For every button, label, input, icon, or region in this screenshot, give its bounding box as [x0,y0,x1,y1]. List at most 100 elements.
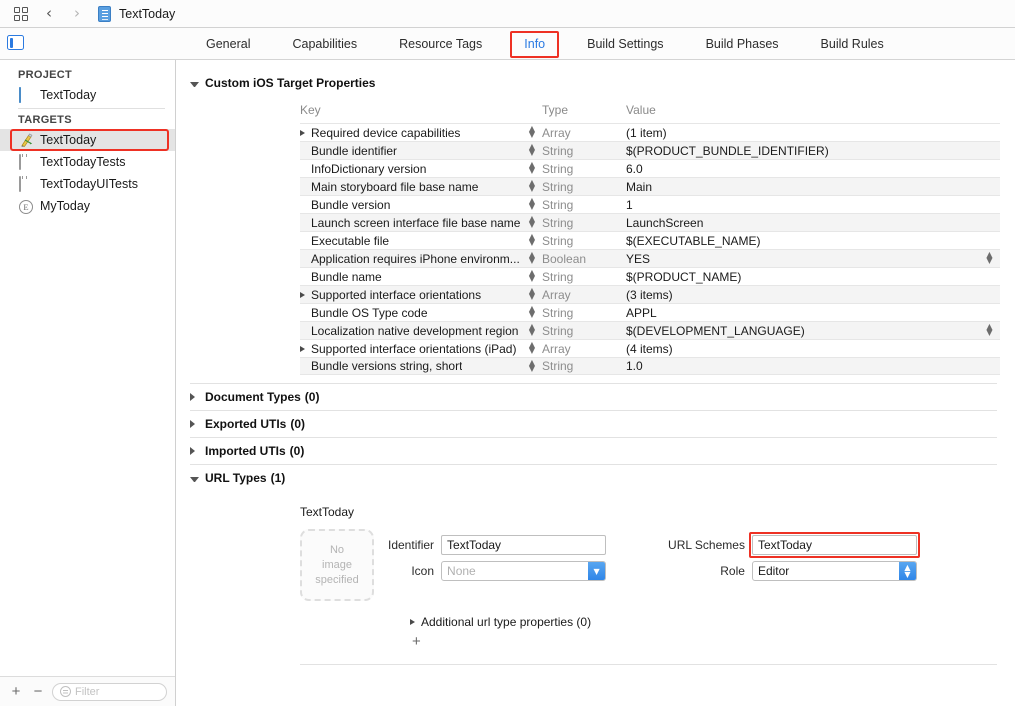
table-row[interactable]: Localization native development region ▲… [300,321,1000,339]
tab-capabilities[interactable]: Capabilities [282,34,367,54]
chevron-down-icon[interactable]: ▼ [588,562,606,580]
table-row[interactable]: Supported interface orientations ▲ ▼ Arra… [300,285,1000,303]
table-row[interactable]: Supported interface orientations (iPad) … [300,339,1000,357]
property-key[interactable]: Bundle identifier [300,144,522,158]
table-row[interactable]: Main storyboard file base name ▲ ▼ String… [300,177,1000,195]
tab-general[interactable]: General [196,34,260,54]
row-disclosure-icon[interactable] [410,619,417,625]
property-key[interactable]: Bundle OS Type code [300,306,522,320]
section-imported-utis[interactable]: Imported UTIs (0) [190,438,997,464]
property-value[interactable]: (1 item) [626,126,1000,140]
icon-combobox[interactable]: None ▼ [441,561,607,581]
type-stepper[interactable]: ▲ ▼ [522,143,542,157]
property-key[interactable]: Main storyboard file base name [300,180,522,194]
disclosure-triangle-closed-icon[interactable] [190,447,199,455]
property-key[interactable]: Bundle versions string, short [300,359,522,373]
property-value[interactable]: YES ▲ ▼ [626,251,1000,266]
property-key[interactable]: Localization native development region [300,324,522,338]
property-key[interactable]: Required device capabilities [300,126,522,140]
table-row[interactable]: Bundle versions string, short ▲ ▼ String … [300,357,1000,375]
disclosure-triangle-closed-icon[interactable] [190,393,199,401]
property-value[interactable]: LaunchScreen [626,216,1000,230]
property-value[interactable]: $(EXECUTABLE_NAME) [626,234,1000,248]
table-row[interactable]: Bundle name ▲ ▼ String $(PRODUCT_NAME) [300,267,1000,285]
url-type-entry-name[interactable]: TextToday [300,505,997,519]
type-stepper[interactable]: ▲ ▼ [522,197,542,211]
table-row[interactable]: Bundle OS Type code ▲ ▼ String APPL [300,303,1000,321]
additional-url-type-properties-row[interactable]: Additional url type properties (0) [410,615,997,629]
type-stepper[interactable]: ▲ ▼ [522,305,542,319]
role-popup-button[interactable]: Editor ▲ ▼ [751,561,917,581]
add-url-type-button[interactable]: + [412,633,997,650]
jump-bar-title[interactable]: TextToday [119,7,175,21]
value-stepper[interactable]: ▲ ▼ [985,323,994,337]
table-row[interactable]: Application requires iPhone environm... … [300,249,1000,267]
navigator-toggle-icon[interactable] [7,35,24,50]
property-key[interactable]: Supported interface orientations [300,288,522,302]
property-value[interactable]: 1 [626,198,1000,212]
property-key[interactable]: Launch screen interface file base name [300,216,522,230]
table-row[interactable]: Bundle version ▲ ▼ String 1 [300,195,1000,213]
type-stepper[interactable]: ▲ ▼ [522,269,542,283]
table-row[interactable]: Bundle identifier ▲ ▼ String $(PRODUCT_BU… [300,141,1000,159]
property-key[interactable]: Application requires iPhone environm... [300,252,522,266]
type-stepper[interactable]: ▲ ▼ [522,323,542,337]
remove-target-button[interactable]: − [30,684,46,699]
grid-icon[interactable] [8,3,34,25]
row-disclosure-icon[interactable] [300,129,307,136]
tab-build-phases[interactable]: Build Phases [696,34,789,54]
disclosure-triangle-open-icon[interactable] [190,476,199,482]
tab-info[interactable]: Info [510,30,559,58]
property-value[interactable]: $(PRODUCT_BUNDLE_IDENTIFIER) [626,144,1000,158]
type-stepper[interactable]: ▲ ▼ [522,358,542,373]
row-disclosure-icon[interactable] [300,291,307,298]
type-stepper[interactable]: ▲ ▼ [522,251,542,265]
chevron-up-down-icon[interactable]: ▲ ▼ [898,562,916,580]
tab-resource-tags[interactable]: Resource Tags [389,34,492,54]
sidebar-item-project-texttoday[interactable]: TextToday [0,84,175,106]
sidebar-item-target-texttodaytests[interactable]: TextTodayTests [0,151,175,173]
tab-build-settings[interactable]: Build Settings [577,34,673,54]
disclosure-triangle-closed-icon[interactable] [190,420,199,428]
disclosure-triangle-open-icon[interactable] [190,81,199,87]
filter-field[interactable]: Filter [52,682,167,701]
type-stepper[interactable]: ▲ ▼ [522,215,542,229]
sidebar-item-target-texttodayuitests[interactable]: TextTodayUITests [0,173,175,195]
type-stepper[interactable]: ▲ ▼ [522,125,542,139]
section-document-types[interactable]: Document Types (0) [190,384,997,410]
property-value[interactable]: 1.0 [626,359,1000,373]
url-schemes-input[interactable]: TextToday [748,532,920,558]
table-row[interactable]: InfoDictionary version ▲ ▼ String 6.0 [300,159,1000,177]
property-value[interactable]: $(DEVELOPMENT_LANGUAGE) ▲ ▼ [626,323,1000,338]
section-url-types[interactable]: URL Types (1) [190,465,997,491]
type-stepper[interactable]: ▲ ▼ [522,287,542,301]
type-stepper[interactable]: ▲ ▼ [522,341,542,355]
property-key[interactable]: Bundle version [300,198,522,212]
property-value[interactable]: (3 items) [626,288,1000,302]
identifier-input[interactable]: TextToday [441,535,607,555]
property-key[interactable]: Supported interface orientations (iPad) [300,342,522,356]
property-value[interactable]: $(PRODUCT_NAME) [626,270,1000,284]
tab-build-rules[interactable]: Build Rules [811,34,894,54]
section-exported-utis[interactable]: Exported UTIs (0) [190,411,997,437]
sidebar-item-target-texttoday[interactable]: TextToday [0,129,175,151]
property-key[interactable]: Executable file [300,234,522,248]
table-row[interactable]: Executable file ▲ ▼ String $(EXECUTABLE_N… [300,231,1000,249]
table-row[interactable]: Required device capabilities ▲ ▼ Array (1… [300,123,1000,141]
chevron-right-icon[interactable]: › [64,3,90,25]
icon-image-well[interactable]: No image specified [300,529,374,601]
type-stepper[interactable]: ▲ ▼ [522,161,542,175]
property-value[interactable]: 6.0 [626,162,1000,176]
property-value[interactable]: (4 items) [626,342,1000,356]
sidebar-item-target-mytoday[interactable]: E MyToday [0,195,175,217]
section-custom-ios-target-properties[interactable]: Custom iOS Target Properties [190,70,997,96]
type-stepper[interactable]: ▲ ▼ [522,179,542,193]
property-value[interactable]: APPL [626,306,1000,320]
type-stepper[interactable]: ▲ ▼ [522,233,542,247]
chevron-left-icon[interactable]: ‹ [36,3,62,25]
value-stepper[interactable]: ▲ ▼ [985,251,994,265]
property-key[interactable]: Bundle name [300,270,522,284]
row-disclosure-icon[interactable] [300,345,307,352]
property-value[interactable]: Main [626,180,1000,194]
table-row[interactable]: Launch screen interface file base name ▲… [300,213,1000,231]
